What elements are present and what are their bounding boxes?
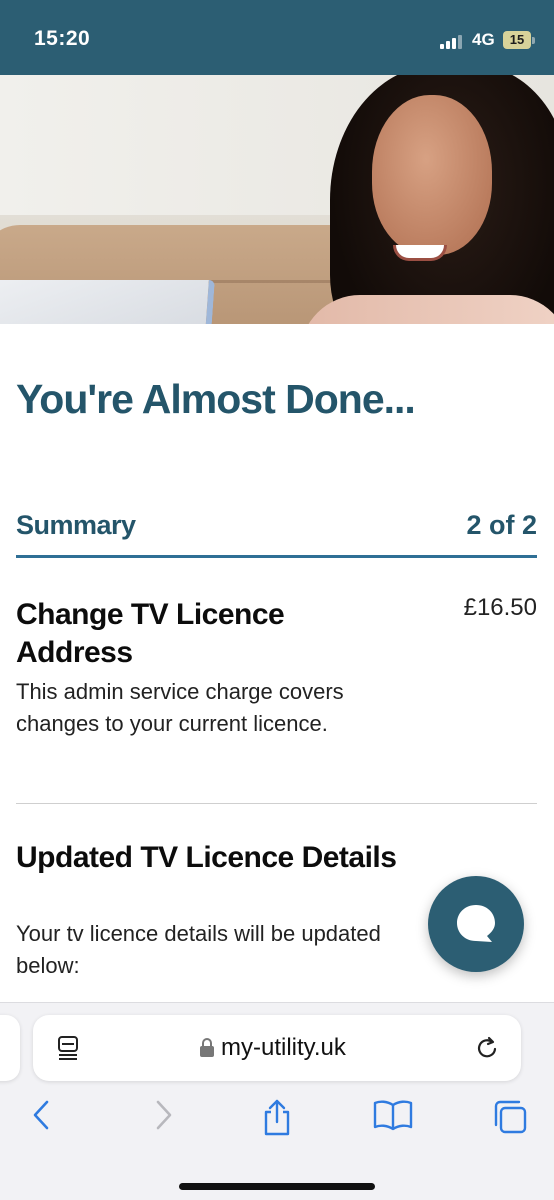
details-text: Your tv licence details will be updated … <box>16 921 381 978</box>
browser-toolbar: my-utility.uk <box>0 1002 554 1200</box>
previous-tab-peek[interactable] <box>0 1015 20 1081</box>
step-indicator: 2 of 2 <box>466 510 537 540</box>
summary-label: Summary <box>16 510 136 540</box>
summary-header: Summary 2 of 2 <box>16 510 537 558</box>
home-indicator <box>179 1183 375 1190</box>
laptop-illustration <box>0 280 215 324</box>
chat-bubble-icon <box>457 905 495 942</box>
item-price: £16.50 <box>463 594 537 621</box>
tabs-icon[interactable] <box>492 1099 528 1135</box>
divider <box>16 803 537 804</box>
network-label: 4G <box>472 30 495 49</box>
forward-icon[interactable] <box>151 1099 175 1131</box>
back-icon[interactable] <box>30 1099 54 1131</box>
battery-icon: 15 <box>503 31 531 49</box>
details-title: Updated TV Licence Details <box>16 841 397 874</box>
lock-icon <box>200 1038 214 1057</box>
status-time: 15:20 <box>34 27 91 50</box>
page-title: You're Almost Done... <box>16 376 416 422</box>
person-illustration <box>372 95 492 255</box>
bookmarks-icon[interactable] <box>373 1099 413 1131</box>
chat-button[interactable] <box>428 876 524 972</box>
signal-icon <box>440 33 466 49</box>
address-bar[interactable]: my-utility.uk <box>33 1015 521 1081</box>
item-description: This admin service charge covers changes… <box>16 679 344 736</box>
reader-mode-icon[interactable] <box>57 1035 81 1061</box>
browser-nav-row <box>0 1099 554 1139</box>
url-text[interactable]: my-utility.uk <box>221 1034 346 1062</box>
battery-nub <box>532 37 535 44</box>
share-icon[interactable] <box>260 1099 294 1137</box>
status-bar: 15:20 4G 15 <box>0 0 554 75</box>
item-title: Change TV Licence Address <box>16 598 285 669</box>
reload-icon[interactable] <box>475 1035 501 1061</box>
hero-image <box>0 75 554 324</box>
